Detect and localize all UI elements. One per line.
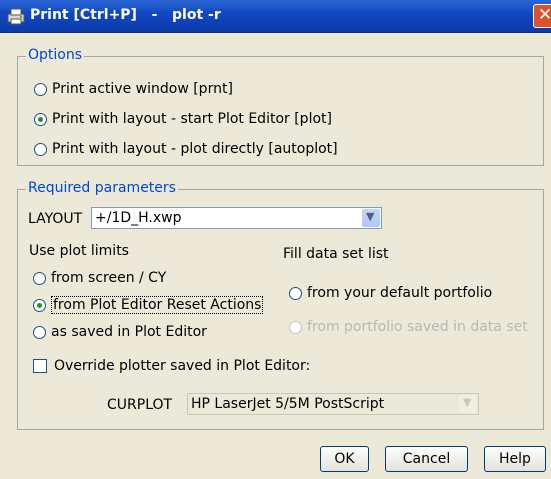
curplot-combo: HP LaserJet 5/5M PostScript ▼: [187, 393, 479, 415]
fill-from-default-portfolio[interactable]: from your default portfolio: [289, 285, 492, 301]
curplot-dropdown-button: ▼: [459, 395, 477, 413]
option-label: Print active window [prnt]: [52, 81, 233, 97]
option-print-layout-plot-editor[interactable]: Print with layout - start Plot Editor [p…: [34, 111, 332, 127]
radio-button[interactable]: [34, 142, 47, 156]
cancel-button[interactable]: Cancel: [385, 446, 468, 472]
option-label: Print with layout - start Plot Editor [p…: [52, 111, 332, 127]
layout-combo[interactable]: +/1D_H.xwp ▼: [91, 207, 382, 229]
close-icon: ✕: [538, 5, 551, 25]
chevron-down-icon: ▼: [463, 396, 472, 409]
options-legend: Options: [26, 47, 85, 63]
override-plotter-checkbox-row[interactable]: Override plotter saved in Plot Editor:: [33, 358, 310, 374]
window-title: Print [Ctrl+P] - plot -r: [30, 7, 221, 23]
option-print-active-window[interactable]: Print active window [prnt]: [34, 81, 233, 97]
layout-label: LAYOUT: [28, 211, 83, 227]
radio-button[interactable]: [33, 325, 46, 339]
ok-button[interactable]: OK: [320, 446, 369, 472]
required-parameters-legend: Required parameters: [26, 180, 178, 196]
radio-button[interactable]: [33, 271, 46, 285]
chevron-down-icon: ▼: [366, 210, 375, 223]
option-label: Print with layout - plot directly [autop…: [52, 141, 338, 157]
radio-button[interactable]: [34, 82, 47, 96]
close-button[interactable]: ✕: [533, 4, 551, 28]
plot-limits-from-reset-actions[interactable]: from Plot Editor Reset Actions: [33, 296, 264, 314]
fill-from-saved-portfolio: from portfolio saved in data set: [289, 319, 528, 335]
plot-limits-as-saved[interactable]: as saved in Plot Editor: [33, 324, 207, 340]
fill-data-set-label: Fill data set list: [283, 246, 389, 262]
plot-limits-from-screen[interactable]: from screen / CY: [33, 270, 166, 286]
option-label: from Plot Editor Reset Actions: [51, 296, 264, 314]
layout-value: +/1D_H.xwp: [95, 210, 182, 226]
radio-button[interactable]: [289, 286, 302, 300]
option-label: from screen / CY: [51, 270, 167, 286]
help-button[interactable]: Help: [484, 446, 546, 472]
print-icon: [7, 8, 25, 25]
layout-dropdown-button[interactable]: ▼: [362, 209, 380, 227]
option-label: from your default portfolio: [307, 285, 493, 301]
radio-button[interactable]: [33, 298, 46, 312]
curplot-label: CURPLOT: [107, 397, 173, 413]
title-bar: Print [Ctrl+P] - plot -r ✕: [0, 0, 551, 33]
plot-limits-label: Use plot limits: [29, 243, 129, 259]
option-print-layout-directly[interactable]: Print with layout - plot directly [autop…: [34, 141, 338, 157]
radio-button[interactable]: [34, 112, 47, 126]
curplot-value: HP LaserJet 5/5M PostScript: [191, 396, 385, 412]
option-label: as saved in Plot Editor: [51, 324, 207, 340]
option-label: from portfolio saved in data set: [307, 319, 528, 335]
override-plotter-checkbox[interactable]: [33, 359, 47, 373]
override-plotter-label: Override plotter saved in Plot Editor:: [54, 358, 311, 374]
radio-button: [289, 320, 302, 334]
